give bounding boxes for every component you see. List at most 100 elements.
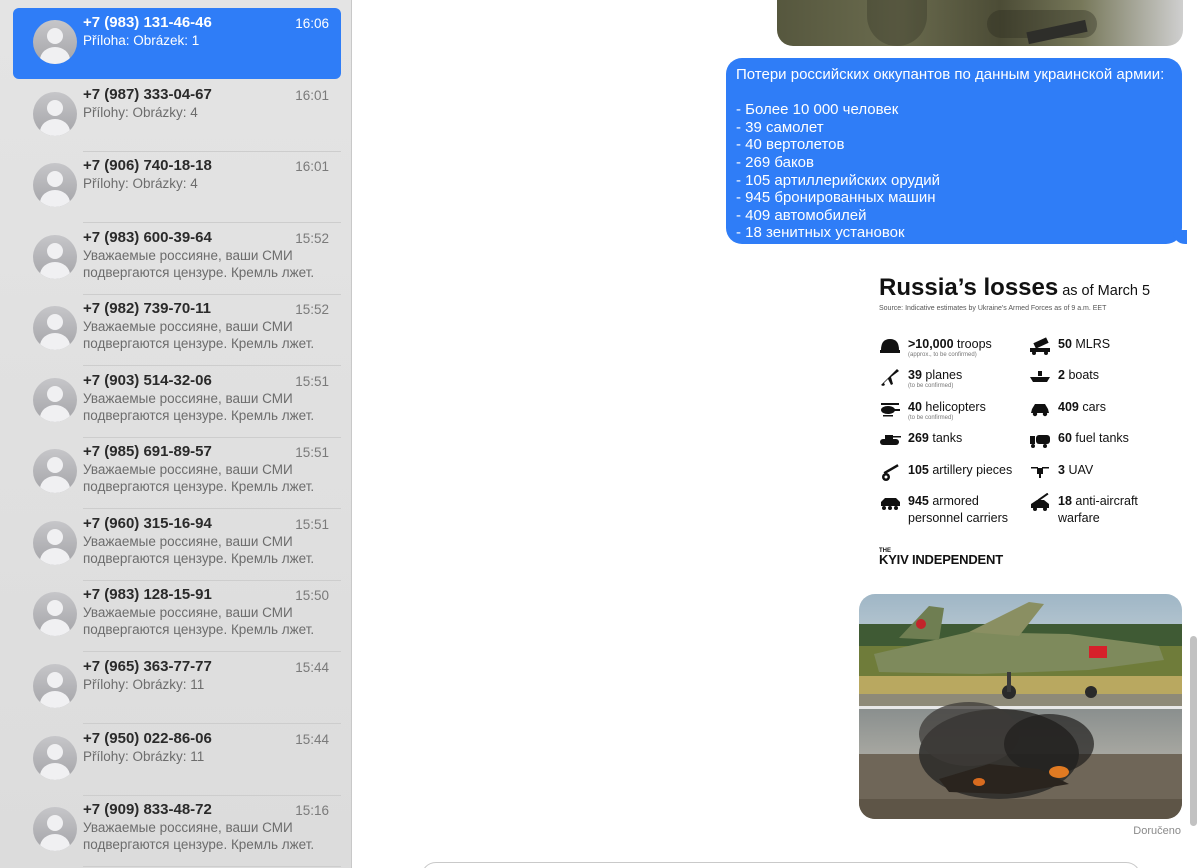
message-preview: Přílohy: Obrázky: 4	[83, 105, 198, 120]
conversation-item[interactable]: +7 (983) 128-15-91 15:50 Уважаемые россиян…	[13, 580, 341, 652]
conversation-item[interactable]: +7 (985) 691-89-57 15:51 Уважаемые россиян…	[13, 437, 341, 509]
message-time: 16:01	[295, 159, 329, 174]
stat-label: fuel tanks	[1075, 431, 1129, 445]
message-line	[736, 84, 1172, 102]
message-time: 15:50	[295, 588, 329, 603]
avatar	[33, 306, 77, 350]
conversation-item[interactable]: +7 (983) 600-39-64 15:52 Уважаемые россиян…	[13, 223, 341, 295]
contact-name: +7 (983) 600-39-64	[83, 229, 212, 246]
avatar	[33, 521, 77, 565]
contact-name: +7 (909) 833-48-72	[83, 801, 212, 818]
message-time: 15:51	[295, 445, 329, 460]
plane-icon	[879, 367, 901, 387]
stat-value: 60	[1058, 431, 1072, 445]
avatar	[33, 736, 77, 780]
conversation-item[interactable]: +7 (982) 739-70-11 15:52 Уважаемые россиян…	[13, 294, 341, 366]
contact-name: +7 (903) 514-32-06	[83, 372, 212, 389]
message-line: - 409 автомобилей	[736, 206, 867, 224]
contact-name: +7 (950) 022-86-06	[83, 730, 212, 747]
avatar	[33, 807, 77, 851]
kyiv-independent-logo: KYIV INDEPENDENT	[879, 552, 1003, 567]
contact-name: +7 (983) 128-15-91	[83, 586, 212, 603]
attachment-photo-soldier[interactable]	[777, 0, 1183, 46]
stat-label: cars	[1082, 400, 1106, 414]
message-preview: Přílohy: Obrázky: 4	[83, 176, 198, 191]
message-time: 16:06	[295, 16, 329, 31]
delivery-status: Doručeno	[1133, 825, 1181, 837]
stat-note: (to be confirmed)	[908, 383, 954, 389]
stat-value: 50	[1058, 337, 1072, 351]
message-preview: Уважаемые россияне, ваши СМИ подвергаютс…	[83, 605, 315, 637]
conversation-item[interactable]: +7 (906) 740-18-18 16:01 Přílohy: Obrázky:…	[13, 151, 341, 223]
anti-aircraft-icon	[1029, 492, 1051, 513]
conversation-item[interactable]: +7 (960) 315-16-94 15:51 Уважаемые россиян…	[13, 509, 341, 581]
contact-name: +7 (987) 333-04-67	[83, 86, 212, 103]
avatar	[33, 163, 77, 207]
message-preview: Příloha: Obrázek: 1	[83, 33, 200, 48]
message-line: - 945 бронированных машин	[736, 189, 936, 207]
message-preview: Přílohy: Obrázky: 11	[83, 677, 205, 692]
stat-text: 39 planes	[908, 367, 962, 384]
stat-text: 105 artillery pieces	[908, 462, 1012, 479]
stat-label-2: warfare	[1058, 511, 1100, 525]
message-line: - 105 артиллерийских орудий	[736, 171, 941, 189]
infographic-date: as of March 5	[1062, 283, 1151, 299]
tank-icon	[879, 430, 901, 450]
message-preview: Уважаемые россияне, ваши СМИ подвергаютс…	[83, 248, 315, 280]
conversation-item[interactable]: +7 (903) 514-32-06 15:51 Уважаемые россиян…	[13, 366, 341, 438]
stat-text: 40 helicopters	[908, 399, 986, 416]
stat-value: 105	[908, 463, 929, 477]
infographic-title-text: Russia’s losses	[879, 274, 1059, 301]
contact-name: +7 (965) 363-77-77	[83, 658, 212, 675]
stat-label: helicopters	[925, 400, 986, 414]
infographic-title: Russia’s losses as of March 5	[879, 274, 1150, 302]
message-time: 16:01	[295, 88, 329, 103]
message-line: Потери российских оккупантов по данным у…	[736, 66, 1165, 83]
stat-value: 945	[908, 494, 929, 508]
stat-value: 39	[908, 368, 922, 382]
divider	[83, 866, 341, 867]
helicopter-icon	[879, 399, 901, 419]
drone-icon	[1029, 462, 1051, 482]
stat-label: armored	[932, 494, 979, 508]
stat-value: >10,000	[908, 337, 954, 351]
car-icon	[1029, 399, 1051, 419]
attachment-photo-jets[interactable]	[859, 594, 1182, 819]
message-preview: Уважаемые россияне, ваши СМИ подвергаютс…	[83, 462, 315, 494]
stat-value: 40	[908, 400, 922, 414]
helmet-icon	[879, 336, 901, 356]
stat-text: 269 tanks	[908, 430, 962, 447]
conversation-item[interactable]: +7 (950) 022-86-06 15:44 Přílohy: Obrázky:…	[13, 724, 341, 796]
message-preview: Přílohy: Obrázky: 11	[83, 749, 205, 764]
conversation-item[interactable]: +7 (909) 833-48-72 15:16 Уважаемые россиян…	[13, 795, 341, 867]
message-line: - 269 баков	[736, 153, 814, 171]
conversation-item[interactable]: +7 (965) 363-77-77 15:44 Přílohy: Obrázky:…	[13, 652, 341, 724]
stat-label: troops	[957, 337, 992, 351]
stat-text: 3 UAV	[1058, 462, 1093, 479]
message-time: 15:44	[295, 732, 329, 747]
conversation-item[interactable]: +7 (983) 131-46-46 16:06 Příloha: Obrázek:…	[13, 8, 341, 79]
message-time: 15:44	[295, 660, 329, 675]
stat-label-2: personnel carriers	[908, 511, 1009, 525]
message-line: - Более 10 000 человек	[736, 101, 899, 119]
stat-value: 18	[1058, 494, 1072, 508]
message-bubble-losses[interactable]: Потери российских оккупантов по данным у…	[726, 58, 1187, 244]
conversation-sidebar: +7 (983) 131-46-46 16:06 Příloha: Obrázek:…	[0, 0, 352, 868]
message-preview: Уважаемые россияне, ваши СМИ подвергаютс…	[83, 534, 315, 566]
stat-value: 2	[1058, 368, 1065, 382]
message-text: Потери российских оккупантов по данным у…	[736, 66, 1172, 242]
scrollbar[interactable]	[1190, 636, 1197, 826]
conversation-item[interactable]: +7 (987) 333-04-67 16:01 Přílohy: Obrázky:…	[13, 80, 341, 152]
message-input[interactable]	[421, 862, 1141, 868]
stat-label: MLRS	[1075, 337, 1111, 351]
message-line: - 39 самолет	[736, 118, 824, 136]
stat-text: >10,000 troops	[908, 336, 992, 353]
stat-label: artillery pieces	[932, 463, 1013, 477]
stat-label: tanks	[932, 431, 963, 445]
avatar	[33, 378, 77, 422]
stat-text: 50 MLRS	[1058, 336, 1110, 353]
stat-value: 409	[1058, 400, 1079, 414]
boat-icon	[1029, 367, 1051, 387]
stat-text: 2 boats	[1058, 367, 1099, 384]
infographic-russia-losses[interactable]: Russia’s losses as of March 5 Source: Ind…	[867, 260, 1183, 590]
